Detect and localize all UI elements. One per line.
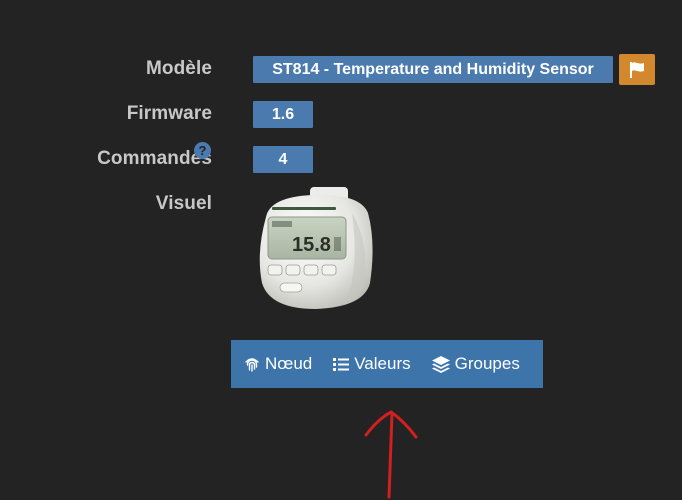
- layers-icon: [431, 355, 451, 373]
- model-value-badge: ST814 - Temperature and Humidity Sensor: [253, 56, 613, 83]
- tab-node-label: Nœud: [265, 354, 313, 373]
- commands-value-badge: 4: [253, 146, 313, 173]
- model-label: Modèle: [145, 58, 212, 79]
- fingerprint-icon: [243, 355, 261, 373]
- device-image: 15.8: [259, 187, 373, 309]
- tab-values[interactable]: Valeurs: [332, 340, 411, 388]
- question-circle-icon[interactable]: ?: [194, 142, 211, 159]
- tab-node[interactable]: Nœud: [243, 340, 312, 388]
- tab-groups-label: Groupes: [454, 354, 520, 373]
- list-icon: [332, 356, 350, 372]
- device-info-panel: Modèle ST814 - Temperature and Humidity …: [0, 0, 682, 500]
- device-tabs: Nœud Valeurs Groupes: [231, 340, 543, 388]
- lcd-reading: 15.8: [292, 234, 331, 256]
- annotation-arrow: [364, 410, 418, 499]
- tab-groups[interactable]: Groupes: [431, 340, 520, 388]
- firmware-value-badge: 1.6: [253, 101, 313, 128]
- flag-button[interactable]: [619, 54, 655, 85]
- flag-icon: [630, 61, 644, 78]
- tab-values-label: Valeurs: [354, 354, 411, 373]
- firmware-label: Firmware: [126, 103, 212, 124]
- visual-label: Visuel: [155, 193, 212, 214]
